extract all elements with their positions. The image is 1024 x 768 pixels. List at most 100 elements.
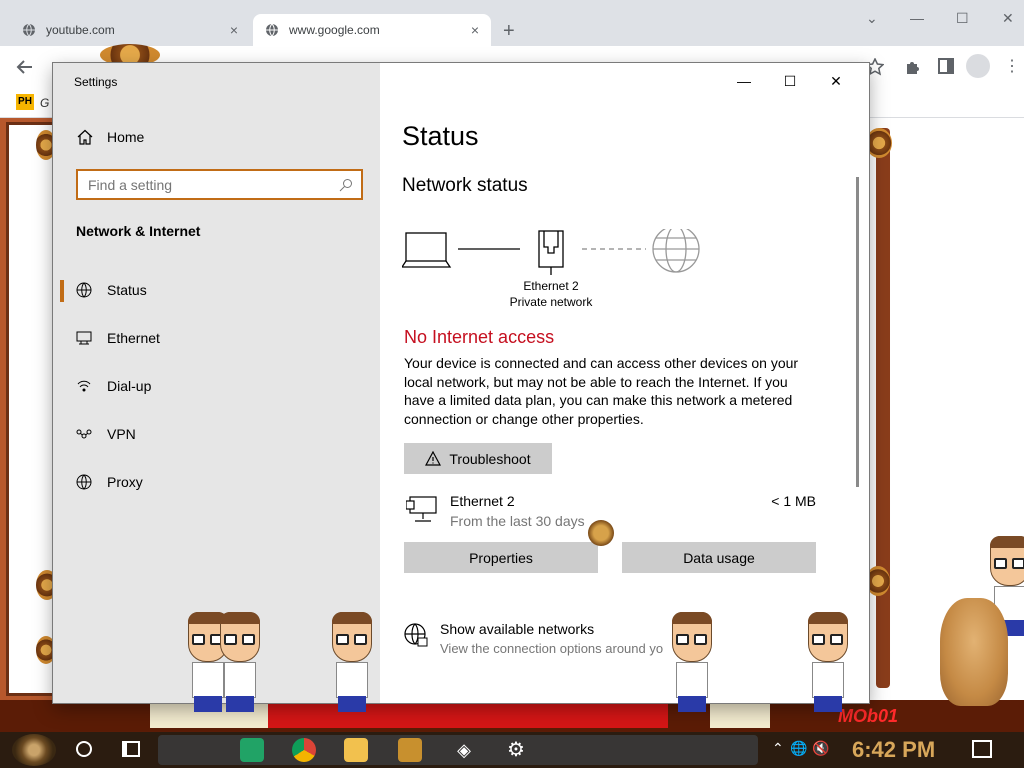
tab-strip: youtube.com × www.google.com × + ⌄ — ☐ ✕ bbox=[0, 0, 1024, 46]
file-explorer-icon[interactable] bbox=[344, 738, 368, 762]
tab-youtube[interactable]: youtube.com × bbox=[10, 14, 250, 46]
gear-decoration-icon bbox=[866, 566, 890, 596]
status-heading: No Internet access bbox=[404, 327, 555, 347]
settings-nav-pane: Settings Home Network & Internet Status … bbox=[53, 63, 380, 703]
settings-window: Settings Home Network & Internet Status … bbox=[53, 63, 869, 703]
character-decoration bbox=[214, 612, 266, 712]
tab-google[interactable]: www.google.com × bbox=[253, 14, 491, 46]
profile-avatar[interactable] bbox=[966, 54, 990, 78]
start-button[interactable] bbox=[12, 734, 56, 766]
show-available-networks-link[interactable]: Show available networks bbox=[440, 621, 594, 637]
globe-icon bbox=[23, 23, 35, 37]
ethernet-icon bbox=[76, 331, 92, 345]
selection-indicator bbox=[60, 280, 64, 302]
maximize-button[interactable]: ☐ bbox=[767, 73, 813, 90]
home-label: Home bbox=[107, 129, 145, 145]
chrome-icon[interactable] bbox=[292, 738, 316, 762]
browser-maximize-icon[interactable]: ☐ bbox=[956, 10, 969, 27]
nav-section-heading: Network & Internet bbox=[76, 223, 201, 239]
side-panel-icon[interactable] bbox=[938, 58, 954, 74]
new-tab-button[interactable]: + bbox=[503, 20, 515, 43]
home-icon bbox=[77, 129, 93, 145]
tab-close-icon[interactable]: × bbox=[230, 22, 238, 38]
status-description: Your device is connected and can access … bbox=[404, 355, 799, 427]
dialup-icon bbox=[77, 380, 91, 392]
character-decoration bbox=[802, 612, 854, 712]
troubleshoot-label: Troubleshoot bbox=[449, 450, 531, 467]
ethernet-port-icon bbox=[538, 230, 564, 275]
sidebar-item-ethernet[interactable]: Ethernet bbox=[53, 318, 380, 358]
sidebar-item-label: Proxy bbox=[107, 474, 143, 490]
find-setting-box[interactable] bbox=[76, 169, 363, 200]
laptop-icon bbox=[402, 232, 452, 268]
available-networks-description: View the connection options around yo bbox=[440, 641, 664, 656]
taskbar-clock[interactable]: 6:42 PM bbox=[852, 737, 935, 763]
tab-close-icon[interactable]: × bbox=[471, 22, 479, 38]
sidebar-item-dialup[interactable]: Dial-up bbox=[53, 366, 380, 406]
browser-minimize-icon[interactable]: — bbox=[910, 10, 924, 26]
hamster-decoration bbox=[940, 598, 1008, 706]
network-type: Private network bbox=[509, 295, 593, 309]
settings-gear-icon[interactable]: ⚙ bbox=[504, 738, 528, 762]
bug-decoration-icon bbox=[588, 520, 614, 546]
sidebar-item-label: Ethernet bbox=[107, 330, 160, 346]
available-networks-icon bbox=[404, 623, 428, 647]
extensions-puzzle-icon[interactable] bbox=[904, 58, 922, 76]
status-globe-icon bbox=[76, 282, 92, 298]
settings-content-pane: — ☐ ✕ Status Network status Ethernet 2 P… bbox=[380, 63, 869, 703]
tab-search-chevron-icon[interactable]: ⌄ bbox=[866, 10, 878, 27]
task-view-icon[interactable] bbox=[122, 741, 140, 757]
globe-icon bbox=[266, 23, 278, 37]
connection-usage: < 1 MB bbox=[771, 493, 816, 509]
close-button[interactable]: ✕ bbox=[813, 73, 859, 90]
scrollbar[interactable] bbox=[856, 177, 859, 487]
volume-muted-icon[interactable]: 🔇 bbox=[812, 740, 829, 757]
sidebar-item-label: Dial-up bbox=[107, 378, 152, 394]
adapter-label: Ethernet 2 Private network bbox=[500, 278, 602, 310]
vpn-icon bbox=[76, 429, 92, 439]
network-diagram bbox=[402, 229, 700, 275]
adapter-name: Ethernet 2 bbox=[523, 279, 579, 293]
section-title: Network status bbox=[402, 175, 528, 196]
search-icon[interactable] bbox=[339, 178, 353, 192]
minimize-button[interactable]: — bbox=[721, 73, 767, 89]
warning-icon bbox=[425, 451, 442, 466]
sidebar-item-status[interactable]: Status bbox=[53, 270, 380, 310]
notifications-icon[interactable] bbox=[972, 740, 992, 758]
connection-period: From the last 30 days bbox=[450, 513, 585, 529]
properties-button[interactable]: Properties bbox=[404, 542, 598, 573]
proxy-globe-icon bbox=[76, 474, 92, 490]
search-input[interactable] bbox=[78, 176, 328, 193]
bookmark-label[interactable]: G bbox=[40, 96, 49, 110]
game-app-icon[interactable] bbox=[398, 738, 422, 762]
decorative-pipe bbox=[876, 128, 890, 688]
tray-expand-icon[interactable]: ⌃ bbox=[772, 740, 784, 757]
window-title: Settings bbox=[74, 75, 118, 89]
sidebar-item-label: VPN bbox=[107, 426, 136, 442]
tab-title: www.google.com bbox=[289, 23, 380, 37]
tab-title: youtube.com bbox=[46, 23, 115, 37]
gear-decoration-icon bbox=[866, 128, 892, 158]
cortana-icon[interactable] bbox=[76, 741, 92, 757]
troubleshoot-button[interactable]: Troubleshoot bbox=[404, 443, 552, 474]
sidebar-item-label: Status bbox=[107, 282, 147, 298]
sidebar-item-vpn[interactable]: VPN bbox=[53, 414, 380, 454]
home-link[interactable]: Home bbox=[77, 129, 144, 145]
unity-icon[interactable]: ◈ bbox=[452, 738, 476, 762]
character-decoration bbox=[666, 612, 718, 712]
ethernet-connection-icon bbox=[406, 496, 437, 522]
network-tray-icon[interactable]: 🌐 bbox=[790, 740, 807, 757]
page-title: Status bbox=[402, 121, 479, 151]
internet-globe-icon bbox=[652, 229, 700, 273]
character-decoration bbox=[326, 612, 378, 712]
decorative-frame-inner bbox=[6, 122, 56, 696]
spreadsheet-app-icon[interactable] bbox=[240, 738, 264, 762]
browser-close-icon[interactable]: ✕ bbox=[1002, 10, 1014, 27]
sidebar-item-proxy[interactable]: Proxy bbox=[53, 462, 380, 502]
bookmark-ph[interactable]: PH bbox=[16, 94, 34, 110]
data-usage-button[interactable]: Data usage bbox=[622, 542, 816, 573]
more-menu-icon[interactable]: ⋮ bbox=[1004, 56, 1020, 76]
banner-panel bbox=[710, 704, 770, 728]
back-arrow-icon[interactable] bbox=[16, 58, 34, 76]
connection-name: Ethernet 2 bbox=[450, 493, 515, 509]
